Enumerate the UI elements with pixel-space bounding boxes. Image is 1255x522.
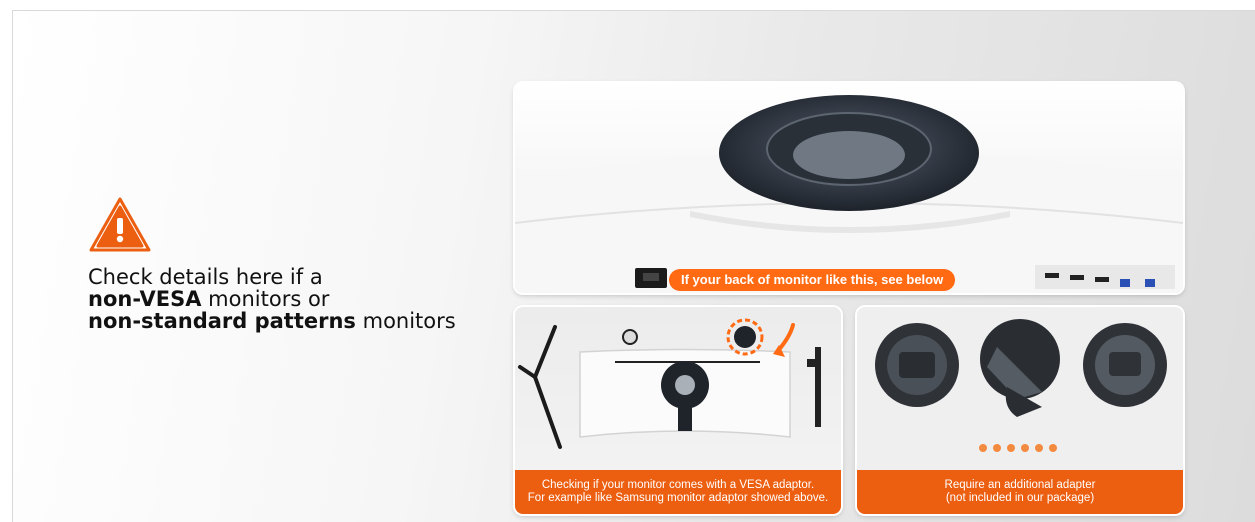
adapter-caption-line-1: Require an additional adapter [944,479,1096,491]
samsung-adaptor-panel: Checking if your monitor comes with a VE… [515,307,841,514]
non-vesa-label: non-VESA [88,287,202,311]
samsung-monitor-illustration [518,318,821,449]
notice-line-1: Check details here if a [88,265,323,289]
monitor-back-photo-panel: If your back of monitor like this, see b… [515,83,1183,293]
promo-banner: Check details here if a non-VESA monitor… [12,10,1255,522]
notice-text: Check details here if a non-VESA monitor… [88,266,518,332]
adapter-caption-line-2: (not included in our package) [945,492,1095,504]
dot [979,444,987,452]
warning-triangle-icon [88,196,152,254]
adapter-parts-illustration [875,319,1167,417]
dot [1049,444,1057,452]
dot [1035,444,1043,452]
adapter-caption: Require an additional adapter (not inclu… [857,470,1183,514]
pagination-dots [979,444,1057,452]
notice-line-2: non-VESA monitors or [88,288,518,310]
dot [1007,444,1015,452]
monitor-back-illustration [515,95,1183,293]
adaptor-caption-line-1: Checking if your monitor comes with a VE… [541,479,815,491]
notice-line-2-rest: monitors or [201,287,330,311]
notice-line-3-rest: monitors [355,309,456,333]
check-below-badge: If your back of monitor like this, see b… [669,269,956,291]
adaptor-caption-line-2: For example like Samsung monitor adaptor… [527,492,829,504]
non-standard-label: non-standard patterns [88,309,356,333]
dot [1021,444,1029,452]
additional-adapter-panel: Require an additional adapter (not inclu… [857,307,1183,514]
notice-line-3: non-standard patterns monitors [88,310,518,332]
adaptor-caption: Checking if your monitor comes with a VE… [515,470,841,514]
dot [993,444,1001,452]
